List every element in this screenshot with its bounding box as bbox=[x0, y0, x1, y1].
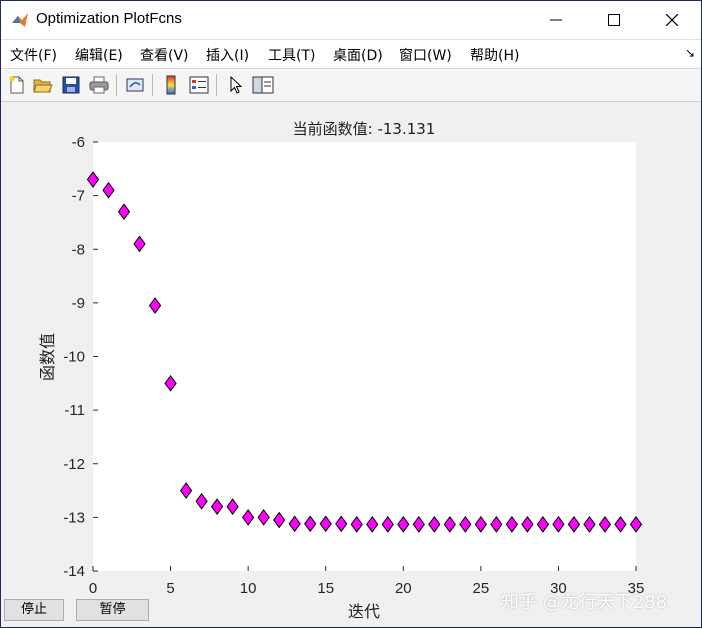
y-axis-label: 函数值 bbox=[38, 333, 57, 381]
window-title: Optimization PlotFcns bbox=[36, 10, 182, 27]
matlab-logo-icon bbox=[12, 13, 28, 27]
menu-file[interactable]: 文件(F) bbox=[10, 45, 57, 65]
x-tick-label: 0 bbox=[89, 580, 97, 597]
menu-bar: 文件(F) 编辑(E) 查看(V) 插入(I) 工具(T) 桌面(D) 窗口(W… bbox=[1, 40, 701, 69]
toolbar bbox=[1, 69, 701, 102]
colorbar-button[interactable] bbox=[159, 73, 183, 97]
y-tick-label: -11 bbox=[64, 402, 85, 419]
pause-button[interactable]: 暂停 bbox=[76, 599, 149, 621]
stop-button[interactable]: 停止 bbox=[4, 599, 64, 621]
title-bar: Optimization PlotFcns bbox=[1, 1, 701, 40]
dock-arrow-icon[interactable]: ↘ bbox=[685, 46, 695, 60]
menu-tools[interactable]: 工具(T) bbox=[268, 45, 315, 65]
y-tick-label: -7 bbox=[72, 188, 85, 205]
link-plot-button[interactable] bbox=[123, 73, 147, 97]
y-tick-label: -13 bbox=[63, 509, 85, 526]
close-button[interactable] bbox=[643, 1, 701, 39]
save-button[interactable] bbox=[59, 73, 83, 97]
x-tick-label: 20 bbox=[395, 580, 412, 597]
menu-edit[interactable]: 编辑(E) bbox=[75, 45, 123, 65]
optimization-plot: 当前函数值: -13.131 迭代 函数值 0 5 10 15 20 25 30 35-6-7… bbox=[38, 120, 644, 621]
menu-insert[interactable]: 插入(I) bbox=[206, 45, 249, 65]
new-figure-button[interactable] bbox=[5, 73, 29, 97]
save-icon bbox=[62, 76, 80, 94]
close-icon bbox=[666, 14, 678, 26]
property-editor-icon bbox=[252, 76, 274, 94]
x-tick-label: 25 bbox=[473, 580, 490, 597]
legend-button[interactable] bbox=[187, 73, 211, 97]
print-icon bbox=[89, 76, 109, 94]
y-tick-label: -12 bbox=[63, 456, 85, 473]
y-tick-label: -6 bbox=[72, 134, 85, 151]
link-icon bbox=[126, 78, 144, 92]
y-tick-label: -9 bbox=[72, 295, 85, 312]
pointer-icon bbox=[230, 75, 242, 94]
menu-window[interactable]: 窗口(W) bbox=[399, 45, 452, 65]
watermark: 知乎 @龙行天下288 bbox=[501, 592, 668, 613]
y-tick-label: -10 bbox=[63, 349, 85, 366]
x-axis-label: 迭代 bbox=[348, 602, 380, 621]
figure-window: Optimization PlotFcns 文件(F) 编辑(E) 查看(V) … bbox=[0, 0, 702, 628]
y-tick-label: -8 bbox=[72, 241, 85, 258]
figure-canvas: 当前函数值: -13.131 迭代 函数值 0 5 10 15 20 25 30 35 -6 -7… bbox=[1, 102, 701, 627]
menu-help[interactable]: 帮助(H) bbox=[470, 45, 519, 65]
maximize-button[interactable] bbox=[585, 1, 643, 39]
menu-desktop[interactable]: 桌面(D) bbox=[333, 45, 383, 65]
colorbar-icon bbox=[166, 75, 176, 95]
x-tick-label: 15 bbox=[317, 580, 334, 597]
minimize-button[interactable] bbox=[527, 1, 585, 39]
minimize-icon bbox=[550, 19, 562, 21]
open-file-icon bbox=[33, 79, 53, 93]
pointer-button[interactable] bbox=[223, 73, 247, 97]
x-tick-label: 5 bbox=[166, 580, 174, 597]
menu-view[interactable]: 查看(V) bbox=[140, 45, 189, 65]
chart-title: 当前函数值: -13.131 bbox=[293, 120, 436, 138]
plot-axes-background bbox=[93, 142, 636, 571]
maximize-icon bbox=[608, 14, 620, 26]
open-file-button[interactable] bbox=[31, 73, 55, 97]
new-figure-icon bbox=[9, 76, 24, 94]
legend-icon bbox=[189, 76, 209, 94]
y-tick-label: -14 bbox=[63, 563, 85, 580]
x-tick-label: 10 bbox=[240, 580, 257, 597]
property-editor-button[interactable] bbox=[251, 73, 275, 97]
print-button[interactable] bbox=[87, 73, 111, 97]
